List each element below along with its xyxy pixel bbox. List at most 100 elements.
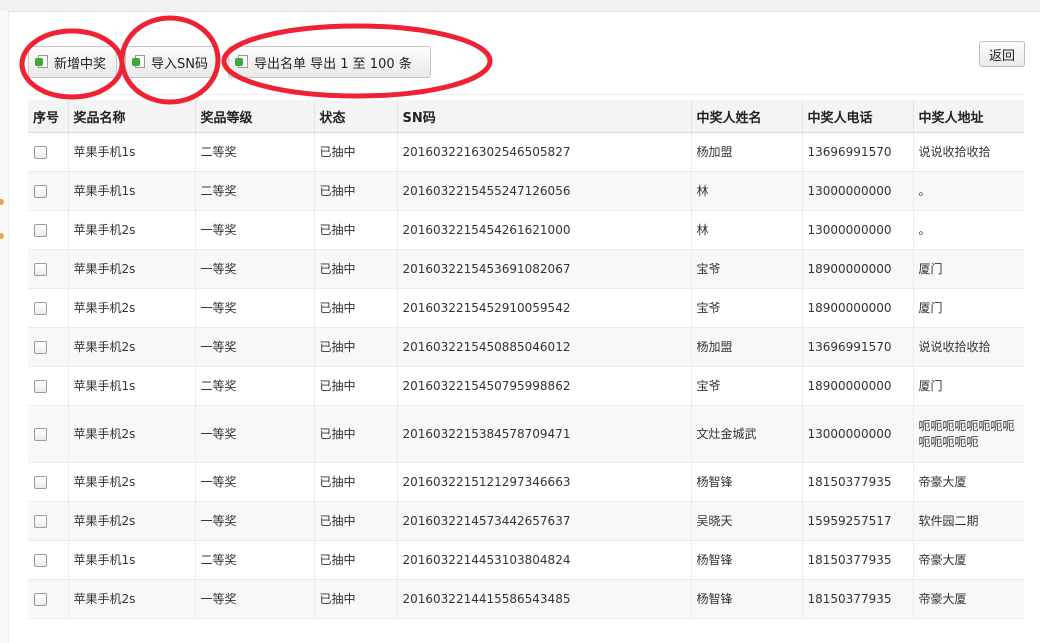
- row-checkbox[interactable]: [34, 224, 47, 237]
- excel-export-icon: [35, 54, 49, 70]
- header-prize-name: 奖品名称: [67, 100, 195, 133]
- row-winner-address: 厦门: [912, 249, 1024, 289]
- row-winner-name: 杨加盟: [690, 132, 802, 172]
- row-winner-name: 林: [690, 210, 802, 250]
- row-prize-name: 苹果手机2s: [67, 462, 195, 502]
- header-winner-address: 中奖人地址: [912, 100, 1024, 133]
- row-status: 已抽中: [313, 132, 397, 172]
- row-select-cell: [28, 405, 68, 463]
- row-sn-code: 2016032216302546505827: [396, 132, 691, 172]
- row-winner-name: 杨智锋: [690, 462, 802, 502]
- row-sn-code: 2016032215450795998862: [396, 366, 691, 406]
- row-prize-level: 二等奖: [194, 366, 314, 406]
- row-prize-level: 一等奖: [194, 501, 314, 541]
- add-winner-button[interactable]: 新增中奖: [28, 46, 117, 78]
- row-checkbox[interactable]: [34, 185, 47, 198]
- row-winner-phone: 18150377935: [801, 579, 913, 619]
- row-sn-code: 2016032215453691082067: [396, 249, 691, 289]
- row-checkbox[interactable]: [34, 380, 47, 393]
- row-sn-code: 2016032215450885046012: [396, 327, 691, 367]
- row-winner-name: 吴晓天: [690, 501, 802, 541]
- row-winner-address: 厦门: [912, 288, 1024, 328]
- row-prize-level: 一等奖: [194, 327, 314, 367]
- row-select-cell: [28, 132, 68, 172]
- row-winner-name: 杨智锋: [690, 579, 802, 619]
- row-checkbox[interactable]: [34, 428, 47, 441]
- row-winner-phone: 13696991570: [801, 327, 913, 367]
- row-sn-code: 2016032215454261621000: [396, 210, 691, 250]
- row-checkbox[interactable]: [34, 341, 47, 354]
- row-sn-code: 2016032214415586543485: [396, 579, 691, 619]
- rail-marker: [0, 233, 4, 239]
- back-button[interactable]: 返回: [979, 41, 1025, 67]
- row-select-cell: [28, 249, 68, 289]
- row-winner-phone: 18900000000: [801, 366, 913, 406]
- row-checkbox[interactable]: [34, 263, 47, 276]
- row-checkbox[interactable]: [34, 593, 47, 606]
- row-winner-phone: 18150377935: [801, 540, 913, 580]
- row-prize-name: 苹果手机2s: [67, 501, 195, 541]
- row-winner-address: 。: [912, 210, 1024, 250]
- table-row: 苹果手机2s 一等奖 已抽中 2016032214415586543485 杨智锋 181…: [28, 579, 1024, 619]
- table-row: 苹果手机1s 二等奖 已抽中 2016032215450795998862 宝爷 1890…: [28, 366, 1024, 406]
- export-list-label: 导出名单 导出 1 至 100 条: [254, 56, 412, 72]
- table-row: 苹果手机2s 一等奖 已抽中 2016032214573442657637 吴晓天 159…: [28, 501, 1024, 541]
- row-status: 已抽中: [313, 579, 397, 619]
- row-winner-address: 说说收拾收拾: [912, 327, 1024, 367]
- row-winner-phone: 13000000000: [801, 171, 913, 211]
- row-prize-level: 一等奖: [194, 210, 314, 250]
- row-checkbox[interactable]: [34, 476, 47, 489]
- table-row: 苹果手机1s 二等奖 已抽中 2016032215455247126056 林 13000…: [28, 171, 1024, 211]
- row-checkbox[interactable]: [34, 554, 47, 567]
- row-winner-name: 文灶金城武: [690, 405, 802, 463]
- import-sn-label: 导入SN码: [151, 56, 208, 72]
- row-select-cell: [28, 288, 68, 328]
- row-sn-code: 2016032215455247126056: [396, 171, 691, 211]
- row-sn-code: 2016032214573442657637: [396, 501, 691, 541]
- row-winner-name: 宝爷: [690, 249, 802, 289]
- row-winner-address: 。: [912, 171, 1024, 211]
- header-winner-phone: 中奖人电话: [801, 100, 913, 133]
- row-status: 已抽中: [313, 405, 397, 463]
- header-winner-name: 中奖人姓名: [690, 100, 802, 133]
- row-status: 已抽中: [313, 462, 397, 502]
- row-winner-phone: 18900000000: [801, 288, 913, 328]
- row-status: 已抽中: [313, 171, 397, 211]
- row-winner-name: 林: [690, 171, 802, 211]
- row-prize-name: 苹果手机2s: [67, 405, 195, 463]
- row-winner-address: 厦门: [912, 366, 1024, 406]
- row-winner-address: 软件园二期: [912, 501, 1024, 541]
- row-select-cell: [28, 579, 68, 619]
- row-winner-name: 宝爷: [690, 288, 802, 328]
- export-list-button[interactable]: 导出名单 导出 1 至 100 条: [228, 46, 431, 78]
- row-sn-code: 2016032215452910059542: [396, 288, 691, 328]
- row-prize-level: 一等奖: [194, 405, 314, 463]
- row-sn-code: 2016032214453103804824: [396, 540, 691, 580]
- row-checkbox[interactable]: [34, 515, 47, 528]
- row-checkbox[interactable]: [34, 146, 47, 159]
- row-winner-address: 帝豪大厦: [912, 579, 1024, 619]
- row-prize-name: 苹果手机2s: [67, 249, 195, 289]
- import-sn-button[interactable]: 导入SN码: [125, 46, 218, 78]
- row-prize-name: 苹果手机2s: [67, 327, 195, 367]
- row-winner-phone: 18900000000: [801, 249, 913, 289]
- row-select-cell: [28, 501, 68, 541]
- row-winner-name: 杨智锋: [690, 540, 802, 580]
- row-winner-address: 帝豪大厦: [912, 462, 1024, 502]
- table-row: 苹果手机1s 二等奖 已抽中 2016032216302546505827 杨加盟 136…: [28, 132, 1024, 172]
- row-prize-name: 苹果手机2s: [67, 210, 195, 250]
- row-select-cell: [28, 540, 68, 580]
- row-prize-name: 苹果手机1s: [67, 171, 195, 211]
- top-bar: [0, 0, 1040, 12]
- row-status: 已抽中: [313, 540, 397, 580]
- row-status: 已抽中: [313, 501, 397, 541]
- row-status: 已抽中: [313, 366, 397, 406]
- header-index: 序号: [28, 100, 68, 133]
- row-prize-level: 二等奖: [194, 540, 314, 580]
- row-winner-phone: 13000000000: [801, 405, 913, 463]
- row-prize-level: 一等奖: [194, 462, 314, 502]
- row-winner-address: 说说收拾收拾: [912, 132, 1024, 172]
- add-winner-label: 新增中奖: [54, 56, 107, 72]
- row-checkbox[interactable]: [34, 302, 47, 315]
- row-winner-name: 杨加盟: [690, 327, 802, 367]
